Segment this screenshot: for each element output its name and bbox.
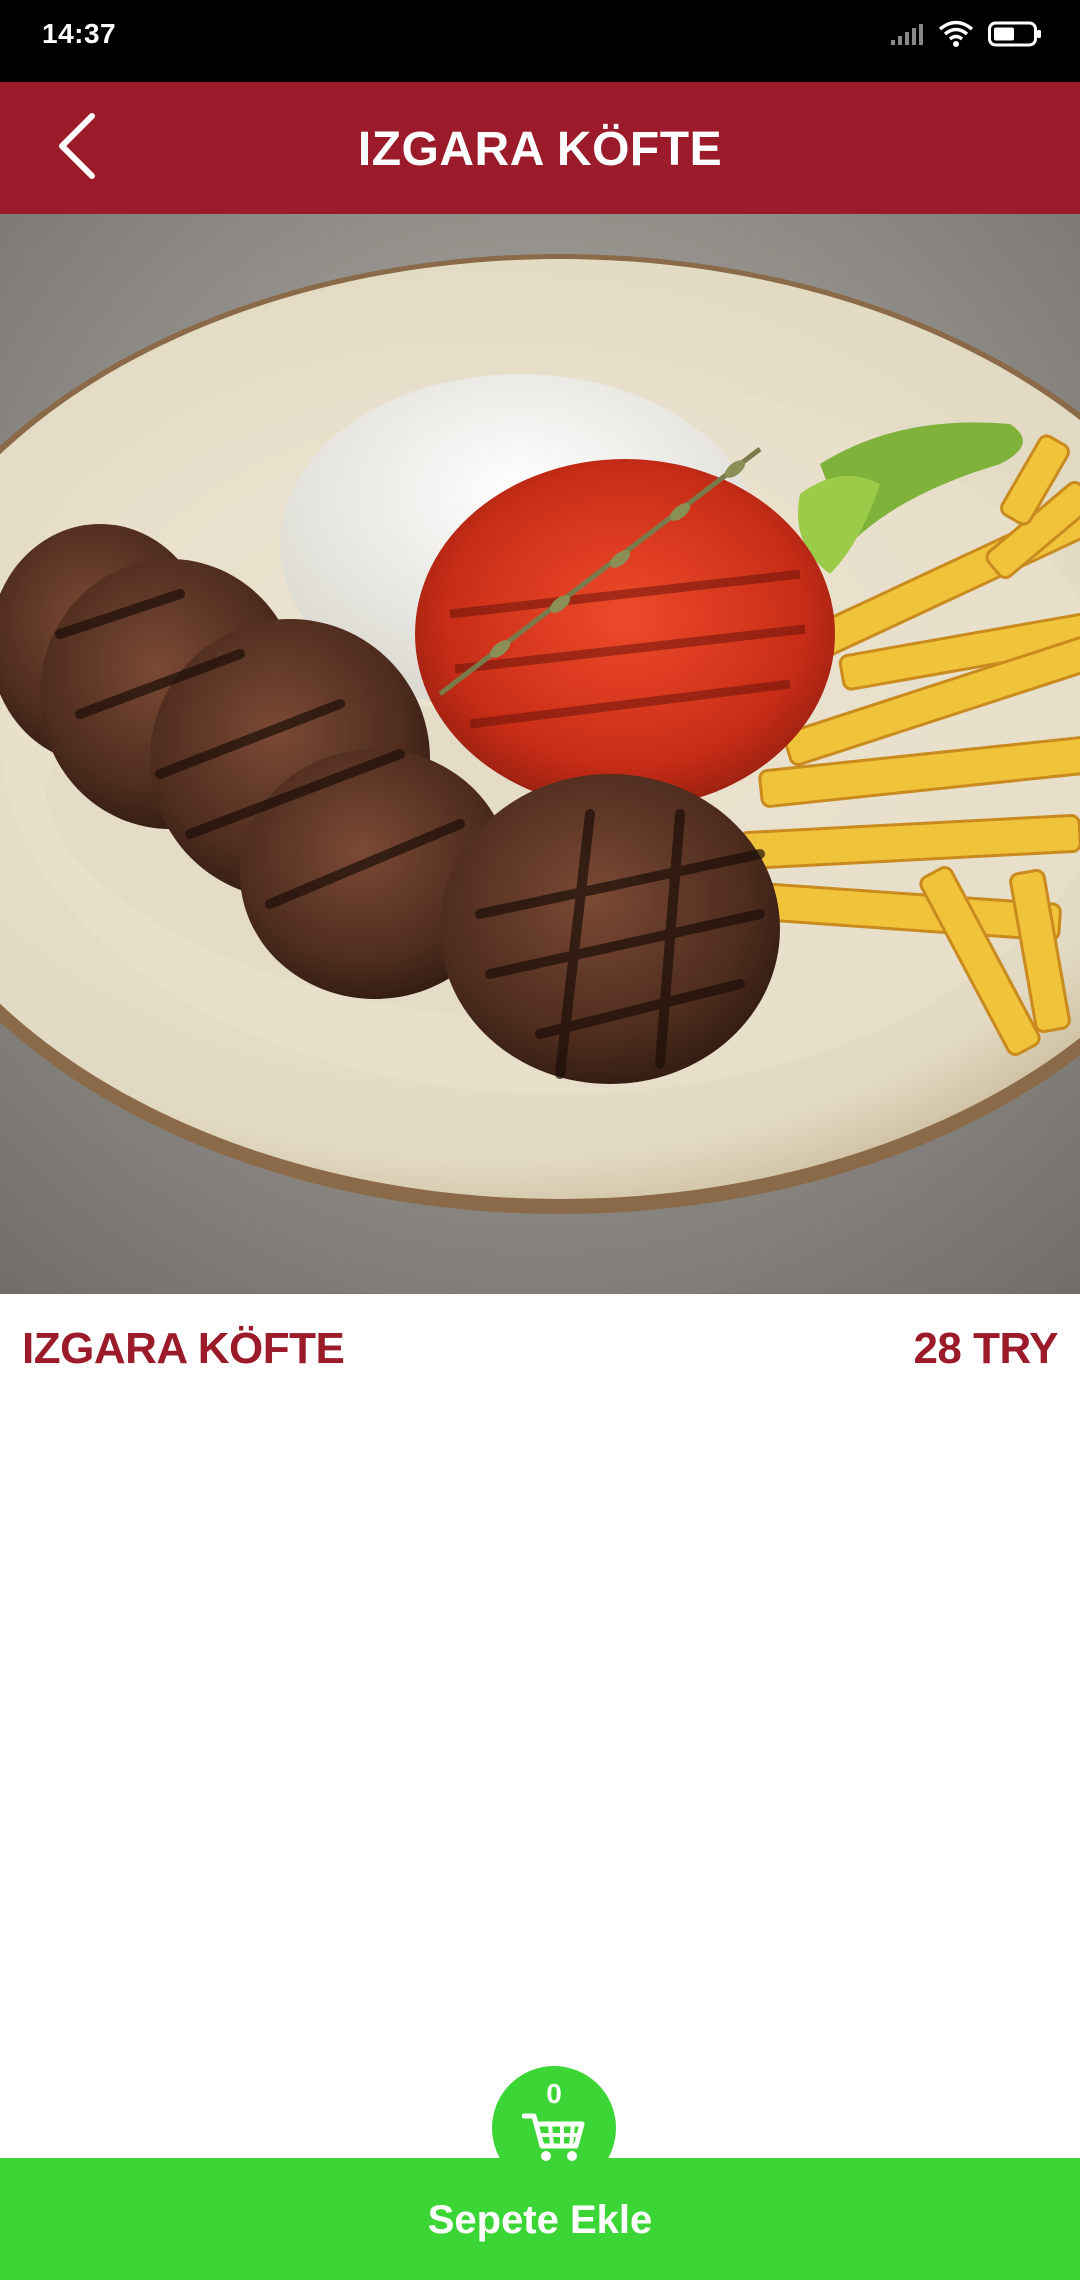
page-title: IZGARA KÖFTE bbox=[357, 123, 723, 176]
app-header: IZGARA KÖFTE bbox=[0, 82, 1080, 214]
product-info-row: IZGARA KÖFTE 28 TRY bbox=[0, 1294, 1080, 1414]
signal-icon bbox=[890, 22, 924, 51]
cart-button[interactable]: 0 bbox=[492, 2066, 616, 2190]
wifi-icon bbox=[938, 20, 974, 53]
status-time: 14:37 bbox=[42, 18, 117, 49]
food-photo-illustration bbox=[0, 214, 1080, 1294]
shopping-cart-icon bbox=[521, 2112, 586, 2169]
add-to-cart-label: Sepete Ekle bbox=[427, 2198, 653, 2242]
status-icons bbox=[890, 20, 1042, 52]
battery-icon bbox=[988, 21, 1042, 52]
product-detail-screen: 14:37 IZGARA KÖFTE IZGARA KÖFTE 28 TRY S… bbox=[0, 0, 1080, 2280]
product-price: 28 TRY bbox=[913, 1324, 1058, 1373]
product-name: IZGARA KÖFTE bbox=[22, 1324, 345, 1373]
product-image bbox=[0, 214, 1080, 1294]
status-bar: 14:37 bbox=[0, 0, 1080, 82]
cart-count-badge: 0 bbox=[546, 2078, 562, 2109]
